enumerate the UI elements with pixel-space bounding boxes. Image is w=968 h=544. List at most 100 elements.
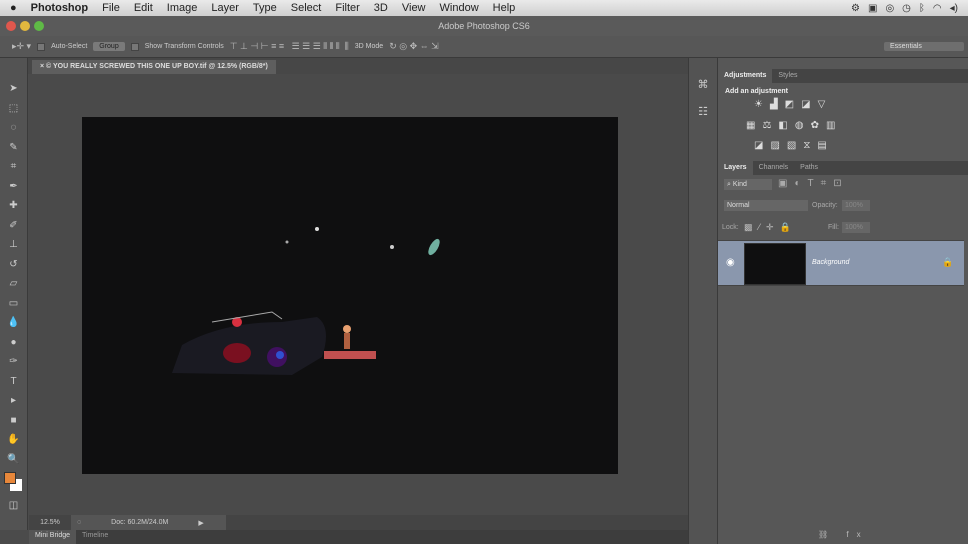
opacity-input[interactable]: 100% — [842, 200, 870, 211]
fill-input[interactable]: 100% — [842, 222, 870, 233]
curves-icon[interactable]: ◩ — [785, 99, 794, 110]
menu-view[interactable]: View — [402, 2, 426, 14]
collapsed-panels: ⌘ ☷ — [688, 58, 718, 544]
channel-mixer-icon[interactable]: ✿ — [811, 120, 819, 131]
lasso-tool-icon[interactable]: ◌ — [11, 121, 17, 134]
move-tool-icon[interactable]: ➤ — [9, 82, 17, 95]
hue-saturation-icon[interactable]: ▦ — [746, 120, 755, 131]
menu-window[interactable]: Window — [440, 2, 479, 14]
minimize-window-button[interactable] — [20, 21, 30, 31]
menu-edit[interactable]: Edit — [134, 2, 153, 14]
menu-3d[interactable]: 3D — [374, 2, 388, 14]
history-panel-icon[interactable]: ⌘ — [698, 78, 709, 91]
black-white-icon[interactable]: ◧ — [778, 120, 787, 131]
exposure-icon[interactable]: ◪ — [801, 99, 810, 110]
vibrance-icon[interactable]: ▽ — [818, 99, 826, 110]
tab-mini-bridge[interactable]: Mini Bridge — [29, 530, 77, 544]
zoom-level[interactable]: 12.5% — [29, 519, 71, 526]
apple-icon[interactable]: ● — [10, 2, 17, 14]
invert-icon[interactable]: ◪ — [754, 140, 763, 151]
layer-filter-icons[interactable]: ▣◐T⌗⊡ — [778, 178, 849, 189]
system-tray: ⚙ ▣ ◎ ◷ ᛒ ◠ ◂) — [851, 3, 968, 14]
brush-tool-icon[interactable]: ✐ — [9, 219, 17, 232]
tab-layers[interactable]: Layers — [718, 161, 753, 175]
shape-tool-icon[interactable]: ■ — [10, 414, 16, 427]
layer-filter-value: Kind — [732, 181, 747, 188]
color-swatches[interactable] — [3, 472, 24, 492]
gradient-tool-icon[interactable]: ▭ — [9, 297, 18, 310]
hand-tool-icon[interactable]: ✋ — [7, 433, 19, 446]
group-select[interactable]: Group — [93, 42, 125, 51]
tray-icon[interactable]: ⚙ — [851, 3, 860, 14]
color-lookup-icon[interactable]: ▥ — [826, 120, 835, 131]
show-transform-checkbox[interactable] — [130, 42, 139, 51]
tray-icon[interactable]: ◎ — [885, 3, 894, 14]
menu-image[interactable]: Image — [167, 2, 198, 14]
wifi-icon[interactable]: ◠ — [933, 3, 942, 14]
layers-footer-icons[interactable]: ⛓ fx — [818, 530, 869, 539]
eyedropper-tool-icon[interactable]: ✒ — [9, 180, 17, 193]
tab-channels[interactable]: Channels — [753, 161, 795, 175]
color-balance-icon[interactable]: ⚖ — [762, 120, 771, 131]
photo-filter-icon[interactable]: ◍ — [795, 120, 804, 131]
history-brush-icon[interactable]: ↺ — [9, 258, 17, 271]
type-tool-icon[interactable]: T — [10, 375, 16, 388]
menu-layer[interactable]: Layer — [211, 2, 239, 14]
pen-tool-icon[interactable]: ✑ — [9, 355, 17, 368]
tab-styles[interactable]: Styles — [772, 69, 803, 83]
align-icons[interactable]: ⊤ ⊥ ⊣ ⊢ ≡ ≡ ☰ ☰ ☰ ⫴ ⫴ ⫴ ⫼ — [230, 41, 349, 52]
workspace-select[interactable]: Essentials — [884, 42, 964, 51]
quick-select-tool-icon[interactable]: ✎ — [9, 141, 17, 154]
menu-app[interactable]: Photoshop — [31, 2, 88, 14]
move-tool-icon[interactable]: ▸✛ ▾ — [12, 41, 31, 52]
threshold-icon[interactable]: ▧ — [787, 140, 796, 151]
volume-icon[interactable]: ◂) — [950, 3, 958, 14]
selective-color-icon[interactable]: ⧖ — [803, 140, 810, 151]
clock-icon[interactable]: ◷ — [902, 3, 911, 14]
lock-icons[interactable]: ▩⁄✛🔒 — [744, 222, 797, 233]
eraser-tool-icon[interactable]: ▱ — [10, 277, 18, 290]
zoom-tool-icon[interactable]: 🔍 — [7, 453, 19, 466]
tab-paths[interactable]: Paths — [794, 161, 824, 175]
tab-timeline[interactable]: Timeline — [76, 530, 114, 544]
layer-row-background[interactable]: ◉ Background 🔒 — [718, 240, 964, 286]
bottom-panel-tabs: Mini Bridge Timeline — [29, 530, 688, 544]
close-window-button[interactable] — [6, 21, 16, 31]
toolbar: ➤ ⬚ ◌ ✎ ⌗ ✒ ✚ ✐ ⊥ ↺ ▱ ▭ 💧 ● ✑ T ▸ ■ ✋ 🔍 … — [0, 58, 28, 530]
blur-tool-icon[interactable]: 💧 — [7, 316, 19, 329]
adjustments-heading: Add an adjustment — [725, 88, 789, 95]
levels-icon[interactable]: ▟ — [770, 99, 778, 110]
gradient-map-icon[interactable]: ▤ — [817, 140, 826, 151]
tray-icon[interactable]: ▣ — [868, 3, 877, 14]
dodge-tool-icon[interactable]: ● — [10, 336, 16, 349]
path-select-tool-icon[interactable]: ▸ — [11, 394, 16, 407]
marquee-tool-icon[interactable]: ⬚ — [9, 102, 18, 115]
crop-tool-icon[interactable]: ⌗ — [11, 160, 17, 173]
blend-mode-select[interactable]: Normal — [724, 200, 808, 211]
properties-panel-icon[interactable]: ☷ — [698, 105, 708, 118]
stamp-tool-icon[interactable]: ⊥ — [9, 238, 18, 251]
status-menu-arrow[interactable]: ▶ — [198, 519, 203, 527]
brightness-icon[interactable]: ☀ — [754, 99, 763, 110]
search-icon: ⌕ — [727, 181, 731, 188]
tab-adjustments[interactable]: Adjustments — [718, 69, 773, 83]
healing-tool-icon[interactable]: ✚ — [9, 199, 17, 212]
menu-file[interactable]: File — [102, 2, 120, 14]
foreground-color-swatch[interactable] — [3, 472, 16, 484]
fill-label: Fill: — [828, 224, 839, 231]
zoom-window-button[interactable] — [34, 21, 44, 31]
posterize-icon[interactable]: ▨ — [770, 140, 779, 151]
menu-filter[interactable]: Filter — [335, 2, 359, 14]
bluetooth-icon[interactable]: ᛒ — [919, 3, 925, 14]
auto-select-checkbox[interactable] — [37, 42, 46, 51]
eye-icon[interactable]: ◉ — [726, 257, 735, 268]
menu-type[interactable]: Type — [253, 2, 277, 14]
document-image[interactable] — [82, 117, 618, 474]
adjustment-icons-row: ☀ ▟ ◩ ◪ ▽ — [754, 99, 825, 110]
menu-help[interactable]: Help — [493, 2, 516, 14]
quick-mask-icon[interactable]: ◫ — [9, 499, 18, 512]
menu-select[interactable]: Select — [291, 2, 322, 14]
layer-filter-select[interactable]: ⌕ Kind — [724, 179, 772, 190]
3d-tool-icons[interactable]: ↻ ◎ ✥ ⇔ ⇲ — [389, 41, 438, 52]
document-tab[interactable]: × © YOU REALLY SCREWED THIS ONE UP BOY.t… — [32, 60, 276, 74]
